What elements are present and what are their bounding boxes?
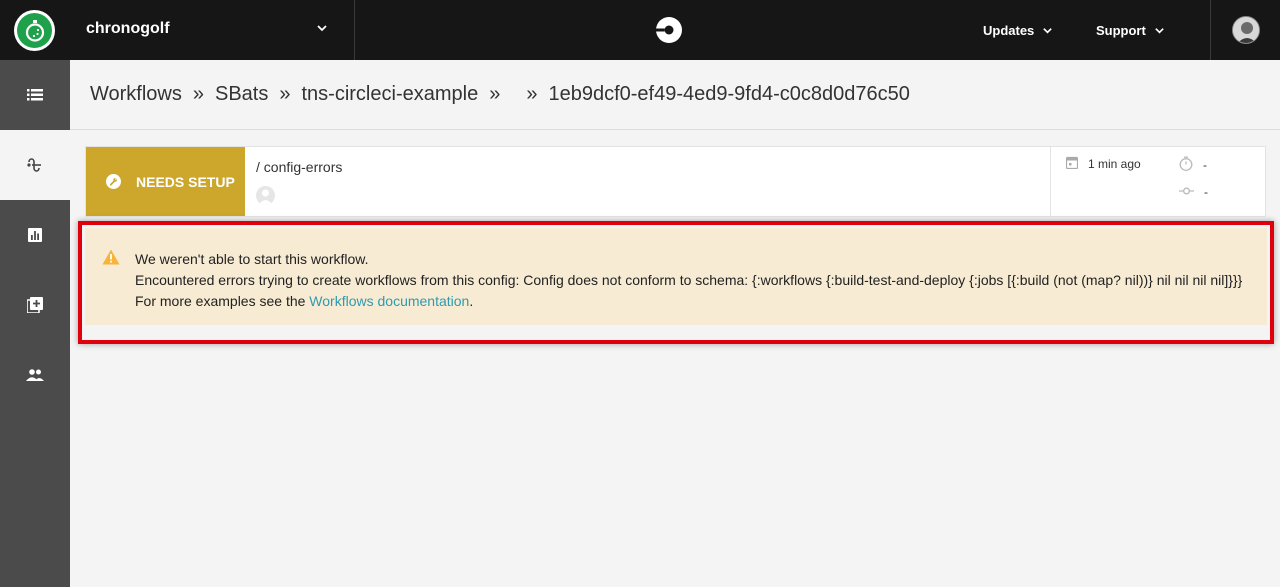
chevron-down-icon[interactable] xyxy=(316,21,328,39)
org-name: chronogolf xyxy=(86,20,170,37)
breadcrumb-project[interactable]: tns-circleci-example xyxy=(301,83,478,106)
sidebar-item-insights[interactable] xyxy=(0,200,70,270)
breadcrumb: Workflows » SBats » tns-circleci-example… xyxy=(70,60,1280,130)
breadcrumb-workflow-id: 1eb9dcf0-ef49-4ed9-9fd4-c0c8d0d76c50 xyxy=(548,83,910,105)
calendar-icon xyxy=(1065,156,1079,172)
workflow-meta: 1 min ago - - xyxy=(1051,147,1265,216)
sidebar xyxy=(0,60,70,587)
sidebar-item-add-projects[interactable] xyxy=(0,270,70,340)
updates-menu[interactable]: Updates xyxy=(983,0,1096,60)
circleci-logo-icon xyxy=(656,17,682,43)
support-menu[interactable]: Support xyxy=(1096,0,1210,60)
breadcrumb-workflows[interactable]: Workflows xyxy=(90,83,182,106)
add-project-icon xyxy=(27,297,43,313)
sidebar-item-team[interactable] xyxy=(0,340,70,410)
error-title: We weren't able to start this workflow. xyxy=(135,251,369,267)
error-more-suffix: . xyxy=(469,293,474,309)
team-icon xyxy=(26,369,44,381)
breadcrumb-org[interactable]: SBats xyxy=(215,83,268,106)
org-switcher[interactable]: chronogolf xyxy=(0,0,355,60)
time-ago: 1 min ago xyxy=(1065,156,1141,172)
avatar xyxy=(1231,16,1260,44)
sidebar-item-workflows[interactable] xyxy=(0,130,70,200)
workflow-row[interactable]: NEEDS SETUP / config-errors 1 min ago - xyxy=(85,146,1266,217)
breadcrumb-separator: » xyxy=(279,83,291,105)
status-label: NEEDS SETUP xyxy=(136,173,235,190)
duration-text: - xyxy=(1203,158,1207,172)
breadcrumb-separator: » xyxy=(526,83,538,105)
error-more: For more examples see the Workflows docu… xyxy=(135,291,1242,312)
warning-icon xyxy=(102,249,120,270)
stopwatch-icon xyxy=(25,19,44,42)
commit-text: - xyxy=(1204,185,1208,199)
error-message: Encountered errors trying to create work… xyxy=(135,272,1243,288)
org-avatar xyxy=(14,10,55,51)
commit: - xyxy=(1179,185,1208,199)
workflows-icon xyxy=(27,158,41,172)
updates-label: Updates xyxy=(983,22,1035,38)
top-nav: chronogolf Updates Support xyxy=(0,0,1280,60)
commit-icon xyxy=(1179,185,1194,199)
author-avatar xyxy=(256,186,275,205)
error-banner: We weren't able to start this workflow. … xyxy=(85,228,1267,325)
breadcrumb-separator: » xyxy=(489,83,501,105)
sidebar-item-builds[interactable] xyxy=(0,60,70,130)
workflows-documentation-link[interactable]: Workflows documentation xyxy=(309,293,469,309)
workflow-name[interactable]: / config-errors xyxy=(256,159,1050,175)
support-label: Support xyxy=(1096,22,1146,38)
status-badge[interactable]: NEEDS SETUP xyxy=(86,147,245,216)
timer-icon xyxy=(1179,156,1193,174)
list-icon xyxy=(27,89,43,101)
error-more-prefix: For more examples see the xyxy=(135,293,310,309)
breadcrumb-separator: » xyxy=(192,83,204,105)
user-menu[interactable] xyxy=(1210,0,1280,60)
bar-chart-icon xyxy=(28,228,42,242)
chevron-down-icon xyxy=(1154,25,1165,36)
wrench-icon xyxy=(106,174,121,189)
time-ago-text: 1 min ago xyxy=(1088,157,1141,171)
circleci-logo[interactable] xyxy=(355,0,983,60)
chevron-down-icon xyxy=(1042,25,1053,36)
duration: - xyxy=(1179,156,1207,174)
